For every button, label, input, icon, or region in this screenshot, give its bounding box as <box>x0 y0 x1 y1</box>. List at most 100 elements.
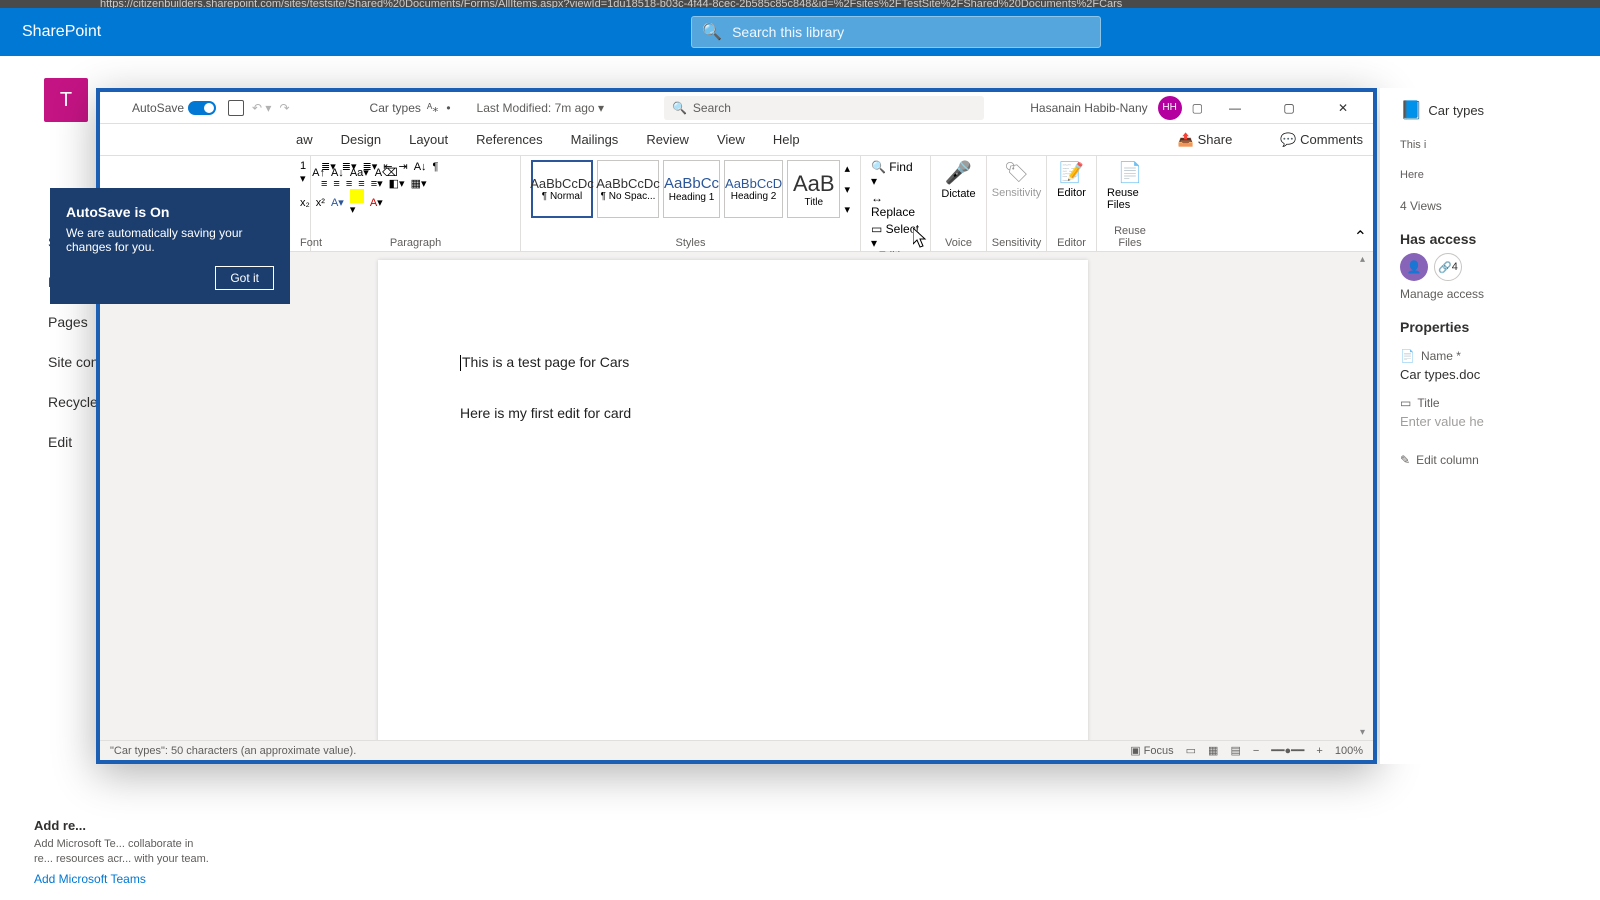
word-search[interactable]: 🔍 Search <box>664 96 984 120</box>
autosave-coachmark: AutoSave is On We are automatically savi… <box>50 188 290 304</box>
style-heading-2[interactable]: AaBbCcD Heading 2 <box>724 160 783 218</box>
scroll-down-arrow[interactable]: ▾ <box>1360 727 1365 738</box>
title-field-label: Title <box>1417 396 1439 410</box>
comments-button[interactable]: 💬 Comments <box>1270 132 1373 148</box>
justify-button[interactable]: ≡ <box>358 178 364 190</box>
shading-button[interactable]: ◧▾ <box>389 177 405 190</box>
zoom-level[interactable]: 100% <box>1335 745 1363 757</box>
replace-button[interactable]: ↔ Replace <box>871 191 920 219</box>
access-count-badge[interactable]: 🔗 4 <box>1434 253 1462 281</box>
tab-view[interactable]: View <box>717 132 745 147</box>
accessibility-icon[interactable]: ᴬ⁎ <box>427 101 438 115</box>
zoom-in-button[interactable]: + <box>1316 745 1322 757</box>
last-modified[interactable]: Last Modified: 7m ago ▾ <box>477 101 604 115</box>
name-field-value[interactable]: Car types.doc <box>1400 367 1592 382</box>
minimize-button[interactable]: — <box>1213 94 1257 122</box>
multilevel-button[interactable]: ≣▾ <box>363 160 378 173</box>
numbering-button[interactable]: ≣▾ <box>342 160 357 173</box>
tab-design[interactable]: Design <box>341 132 381 147</box>
style-normal[interactable]: AaBbCcDc ¶ Normal <box>531 160 593 218</box>
edit-columns-icon: ✎ <box>1400 453 1410 467</box>
align-right-button[interactable]: ≡ <box>346 178 352 190</box>
has-access-heading: Has access <box>1400 231 1592 247</box>
focus-mode-button[interactable]: ▣ Focus <box>1130 744 1173 757</box>
align-left-button[interactable]: ≡ <box>321 178 327 190</box>
word-app-window: AutoSave ↶ ▾ ↷ Car types ᴬ⁎ • Last Modif… <box>96 88 1377 764</box>
reuse-files-button[interactable]: 📄 Reuse Files <box>1107 160 1153 211</box>
subscript-button[interactable]: x₂ <box>300 197 310 209</box>
sensitivity-button[interactable]: 🏷 Sensitivity <box>992 160 1042 199</box>
line-spacing-button[interactable]: ≡▾ <box>371 177 383 190</box>
read-mode-button[interactable]: ▭ <box>1186 744 1196 757</box>
text-cursor <box>460 355 461 371</box>
tab-review[interactable]: Review <box>646 132 689 147</box>
web-layout-button[interactable]: ▤ <box>1230 744 1240 757</box>
decrease-indent-button[interactable]: ⇤ <box>383 160 392 173</box>
borders-button[interactable]: ▦▾ <box>411 177 427 190</box>
collapse-ribbon-button[interactable]: ⌃ <box>1354 227 1367 247</box>
style-no-spacing[interactable]: AaBbCcDc ¶ No Spac... <box>597 160 659 218</box>
status-charcount[interactable]: "Car types": 50 characters (an approxima… <box>110 745 356 757</box>
show-marks-button[interactable]: ¶ <box>433 161 439 173</box>
title-field-placeholder[interactable]: Enter value he <box>1400 414 1592 429</box>
add-teams-link[interactable]: Add Microsoft Teams <box>34 866 214 886</box>
browser-address-bar: https://citizenbuilders.sharepoint.com/s… <box>0 0 1600 8</box>
toggle-switch-on[interactable] <box>188 101 216 115</box>
coachmark-got-it-button[interactable]: Got it <box>215 266 274 290</box>
style-title[interactable]: AaB Title <box>787 160 840 218</box>
editor-icon: 📝 <box>1059 160 1084 185</box>
preview-line-1: This i <box>1400 139 1592 151</box>
doc-line-2: Here is my first edit for card <box>460 403 1006 424</box>
editor-button[interactable]: 📝 Editor <box>1057 160 1086 199</box>
document-name[interactable]: Car types <box>370 101 421 115</box>
document-canvas[interactable]: This is a test page for Cars Here is my … <box>100 252 1373 740</box>
document-page[interactable]: This is a test page for Cars Here is my … <box>378 260 1088 740</box>
style-heading-1[interactable]: AaBbCc Heading 1 <box>663 160 720 218</box>
site-logo[interactable]: T <box>44 78 88 122</box>
styles-scroll-down[interactable]: ▾ <box>844 183 850 196</box>
styles-more[interactable]: ▾ <box>844 203 850 216</box>
vertical-scrollbar[interactable]: ▴ ▾ <box>1357 252 1373 740</box>
name-field-icon: 📄 <box>1400 349 1415 363</box>
increase-indent-button[interactable]: ⇥ <box>398 160 407 173</box>
share-button[interactable]: 📤 Share <box>1168 132 1243 148</box>
views-count: 4 Views <box>1400 199 1592 213</box>
sharepoint-search[interactable]: 🔍 <box>691 16 1101 48</box>
tab-help[interactable]: Help <box>773 132 800 147</box>
undo-button[interactable]: ↶ ▾ <box>252 101 271 115</box>
bullets-button[interactable]: ≣▾ <box>321 160 336 173</box>
font-size-value[interactable]: 1 ▾ <box>300 160 306 185</box>
scroll-up-arrow[interactable]: ▴ <box>1360 254 1365 265</box>
dictate-button[interactable]: 🎤 Dictate <box>941 160 975 200</box>
sharepoint-search-input[interactable] <box>732 24 1090 40</box>
sort-button[interactable]: A↓ <box>414 161 427 173</box>
access-avatar[interactable]: 👤 <box>1400 253 1428 281</box>
user-avatar[interactable]: HH <box>1158 96 1182 120</box>
ribbon-tabs: aw Design Layout References Mailings Rev… <box>100 124 1373 156</box>
tab-layout[interactable]: Layout <box>409 132 448 147</box>
edit-columns-link[interactable]: Edit column <box>1416 453 1479 467</box>
maximize-button[interactable]: ▢ <box>1267 94 1311 122</box>
autosave-toggle[interactable]: AutoSave <box>128 101 220 115</box>
tab-draw[interactable]: aw <box>296 132 313 147</box>
preview-line-2: Here <box>1400 169 1592 181</box>
autosave-label: AutoSave <box>132 101 184 115</box>
redo-button[interactable]: ↷ <box>279 101 289 115</box>
coachmark-title: AutoSave is On <box>66 204 274 220</box>
find-button[interactable]: 🔍 Find ▾ <box>871 160 920 188</box>
manage-access-link[interactable]: Manage access <box>1400 287 1592 301</box>
present-icon[interactable]: ▢ <box>1192 101 1203 115</box>
styles-scroll-up[interactable]: ▴ <box>844 162 850 175</box>
align-center-button[interactable]: ≡ <box>333 178 339 190</box>
user-name[interactable]: Hasanain Habib-Nany <box>1030 101 1147 115</box>
doc-line-1: This is a test page for Cars <box>462 354 629 370</box>
tab-references[interactable]: References <box>476 132 542 147</box>
word-titlebar: AutoSave ↶ ▾ ↷ Car types ᴬ⁎ • Last Modif… <box>100 92 1373 124</box>
tab-mailings[interactable]: Mailings <box>571 132 619 147</box>
close-button[interactable]: ✕ <box>1321 94 1365 122</box>
print-layout-button[interactable]: ▦ <box>1208 744 1218 757</box>
url-text: https://citizenbuilders.sharepoint.com/s… <box>100 0 1122 8</box>
save-icon[interactable] <box>228 100 244 116</box>
zoom-slider[interactable]: ━━●━━ <box>1271 744 1304 757</box>
zoom-out-button[interactable]: − <box>1253 745 1259 757</box>
